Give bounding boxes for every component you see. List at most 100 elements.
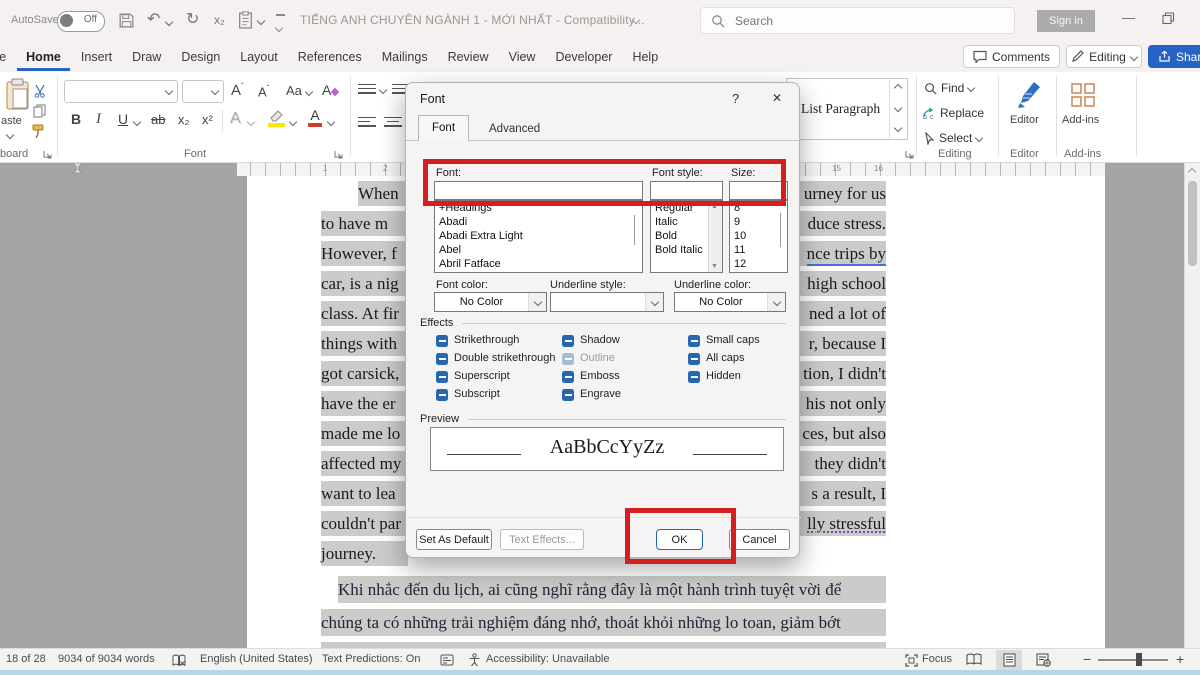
styles-gallery[interactable]: List Paragraph bbox=[786, 78, 908, 140]
font-style-list[interactable]: RegularItalicBoldBold Italic ▲ ▼ bbox=[650, 200, 723, 273]
dialog-close-icon[interactable]: ✕ bbox=[772, 91, 782, 105]
underline-style-dropdown[interactable] bbox=[550, 292, 664, 312]
highlight-chevron-icon[interactable] bbox=[289, 118, 297, 126]
share-button[interactable]: Share bbox=[1148, 45, 1200, 68]
bullet-list-chevron-icon[interactable] bbox=[379, 86, 387, 94]
tab-home[interactable]: Home bbox=[17, 44, 70, 71]
spellcheck-icon[interactable] bbox=[172, 654, 186, 667]
align-left-button[interactable] bbox=[358, 114, 376, 129]
customize-toolbar-icon[interactable] bbox=[276, 14, 285, 36]
checkbox-subscript[interactable] bbox=[436, 389, 448, 401]
styles-scroll-buttons[interactable] bbox=[889, 79, 907, 139]
copy-icon[interactable] bbox=[33, 104, 47, 118]
underline-style-dropdown-icon[interactable] bbox=[645, 293, 663, 311]
zoom-slider-track[interactable] bbox=[1098, 659, 1168, 661]
bold-button[interactable]: B bbox=[71, 111, 81, 127]
zoom-out-button[interactable]: − bbox=[1083, 651, 1091, 667]
tab-insert[interactable]: Insert bbox=[72, 44, 121, 71]
read-mode-icon[interactable] bbox=[966, 653, 982, 666]
subscript-button[interactable]: x₂ bbox=[178, 112, 190, 127]
focus-mode-button[interactable]: Focus bbox=[922, 653, 952, 665]
checkbox-superscript[interactable] bbox=[436, 371, 448, 383]
superscript-button[interactable]: x² bbox=[202, 112, 213, 127]
italic-button[interactable]: I bbox=[96, 111, 101, 128]
dialog-tab-advanced[interactable]: Advanced bbox=[476, 118, 553, 140]
grow-font-button[interactable]: Aˆ bbox=[231, 82, 244, 99]
text-predictions[interactable]: Text Predictions: On bbox=[322, 653, 420, 665]
minimize-button[interactable]: — bbox=[1122, 10, 1135, 25]
tab-help[interactable]: Help bbox=[623, 44, 667, 71]
autosave-toggle[interactable]: Off bbox=[57, 11, 105, 32]
font-dialog-launcher[interactable] bbox=[334, 150, 345, 161]
font-name-combobox[interactable] bbox=[64, 80, 178, 103]
checkbox-small-caps[interactable] bbox=[688, 335, 700, 347]
word-count[interactable]: 9034 of 9034 words bbox=[58, 653, 155, 665]
set-as-default-button[interactable]: Set As Default bbox=[416, 529, 492, 550]
cancel-button[interactable]: Cancel bbox=[729, 529, 790, 550]
clear-formatting-button[interactable]: A bbox=[322, 82, 338, 98]
bullet-list-button[interactable] bbox=[358, 81, 376, 96]
font-style-scrollbar[interactable]: ▲ ▼ bbox=[708, 201, 722, 272]
checkbox-shadow[interactable] bbox=[562, 335, 574, 347]
scrollbar-thumb[interactable] bbox=[1188, 181, 1197, 266]
checkbox-emboss[interactable] bbox=[562, 371, 574, 383]
style-list-item[interactable]: Bold bbox=[651, 229, 709, 243]
font-size-combobox[interactable] bbox=[182, 80, 224, 103]
comments-button[interactable]: Comments bbox=[963, 45, 1060, 68]
tab-developer[interactable]: Developer bbox=[546, 44, 621, 71]
checkbox-double-strikethrough[interactable] bbox=[436, 353, 448, 365]
paste-button-icon[interactable] bbox=[4, 78, 32, 112]
editing-mode-button[interactable]: Editing bbox=[1066, 45, 1142, 68]
language-indicator[interactable]: English (United States) bbox=[200, 653, 313, 665]
change-case-button[interactable]: Aa bbox=[286, 83, 312, 98]
font-color-dropdown[interactable]: No Color bbox=[434, 292, 547, 312]
add-ins-icon[interactable] bbox=[1070, 82, 1096, 108]
search-box[interactable] bbox=[700, 7, 1015, 34]
font-color-button[interactable]: A bbox=[308, 109, 322, 127]
tab-layout[interactable]: Layout bbox=[231, 44, 287, 71]
size-list-item[interactable]: 12 bbox=[730, 257, 774, 271]
underline-color-dropdown-icon[interactable] bbox=[767, 293, 785, 311]
editor-icon[interactable] bbox=[1014, 80, 1044, 108]
add-ins-button-label[interactable]: Add-ins bbox=[1062, 114, 1099, 126]
indent-marker-icon[interactable] bbox=[73, 163, 82, 176]
editor-button-label[interactable]: Editor bbox=[1010, 114, 1039, 126]
style-list-item[interactable]: Bold Italic bbox=[651, 243, 709, 257]
checkbox-all-caps[interactable] bbox=[688, 353, 700, 365]
font-color-chevron-icon[interactable] bbox=[327, 118, 335, 126]
paste-quick-icon[interactable] bbox=[238, 11, 253, 29]
size-list-scrollbar[interactable] bbox=[780, 213, 781, 247]
strikethrough-button[interactable]: ab bbox=[151, 112, 165, 127]
paste-label[interactable]: aste bbox=[1, 115, 22, 127]
highlight-color-button[interactable] bbox=[268, 110, 285, 127]
focus-icon[interactable] bbox=[905, 654, 918, 667]
underline-color-dropdown[interactable]: No Color bbox=[674, 292, 786, 312]
subscript-quick-icon[interactable]: x₂ bbox=[214, 13, 225, 27]
checkbox-engrave[interactable] bbox=[562, 389, 574, 401]
checkbox-hidden[interactable] bbox=[688, 371, 700, 383]
format-painter-icon[interactable] bbox=[31, 124, 46, 139]
print-layout-icon[interactable] bbox=[996, 650, 1022, 670]
redo-icon[interactable]: ↻ bbox=[186, 9, 199, 29]
zoom-in-button[interactable]: + bbox=[1176, 651, 1184, 667]
dialog-help-icon[interactable]: ? bbox=[732, 91, 739, 106]
sign-in-button[interactable]: Sign in bbox=[1037, 10, 1095, 32]
font-list-item[interactable]: Abadi bbox=[435, 215, 642, 229]
size-list-item[interactable]: 10 bbox=[730, 229, 774, 243]
tab-draw[interactable]: Draw bbox=[123, 44, 170, 71]
size-list-item[interactable]: 11 bbox=[730, 243, 774, 257]
tab-review[interactable]: Review bbox=[439, 44, 498, 71]
align-center-button[interactable] bbox=[384, 114, 402, 129]
page-indicator[interactable]: 18 of 28 bbox=[6, 653, 46, 665]
underline-button[interactable]: U bbox=[118, 111, 128, 127]
style-list-item[interactable]: Italic bbox=[651, 215, 709, 229]
font-name-list[interactable]: +HeadingsAbadiAbadi Extra LightAbelAbril… bbox=[434, 200, 643, 273]
font-list-item[interactable]: Abadi Extra Light bbox=[435, 229, 642, 243]
select-button[interactable]: Select bbox=[924, 131, 982, 145]
font-color-dropdown-icon[interactable] bbox=[528, 293, 546, 311]
underline-chevron-icon[interactable] bbox=[133, 118, 141, 126]
text-effects-chevron-icon[interactable] bbox=[247, 118, 255, 126]
vertical-scrollbar[interactable] bbox=[1184, 163, 1200, 648]
save-icon[interactable] bbox=[118, 12, 135, 29]
cut-icon[interactable] bbox=[33, 84, 47, 98]
